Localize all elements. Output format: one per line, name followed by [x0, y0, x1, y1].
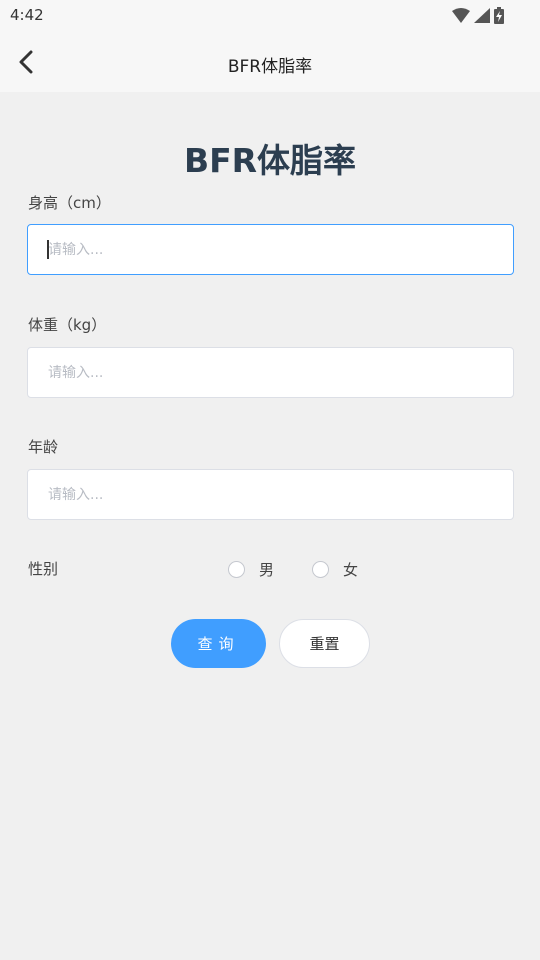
gender-option-male-label: 男	[259, 561, 275, 579]
gender-option-female-label: 女	[343, 561, 359, 579]
app-title: BFR体脂率	[227, 57, 313, 77]
text-cursor	[47, 240, 49, 259]
radio-circle[interactable]	[312, 561, 329, 578]
signal-icon	[474, 8, 490, 23]
status-bar: 4:42	[0, 0, 540, 32]
age-label: 年龄	[28, 438, 59, 456]
gender-radio-male[interactable]: 男	[228, 559, 274, 580]
weight-label: 体重（kg）	[28, 316, 107, 334]
query-button[interactable]: 查询	[171, 619, 266, 668]
page-heading: BFR体脂率	[183, 141, 357, 180]
weight-input[interactable]	[27, 347, 514, 398]
height-label: 身高（cm）	[28, 194, 111, 212]
gender-label: 性别	[28, 560, 59, 578]
wifi-icon	[452, 8, 470, 23]
height-input[interactable]	[27, 224, 514, 275]
age-input[interactable]	[27, 469, 514, 520]
status-icons	[452, 7, 504, 24]
app-bar: BFR体脂率	[0, 32, 540, 92]
battery-icon	[494, 7, 504, 24]
radio-circle[interactable]	[228, 561, 245, 578]
reset-button[interactable]: 重置	[279, 619, 370, 668]
status-time: 4:42	[10, 6, 44, 24]
gender-radio-female[interactable]: 女	[312, 559, 358, 580]
